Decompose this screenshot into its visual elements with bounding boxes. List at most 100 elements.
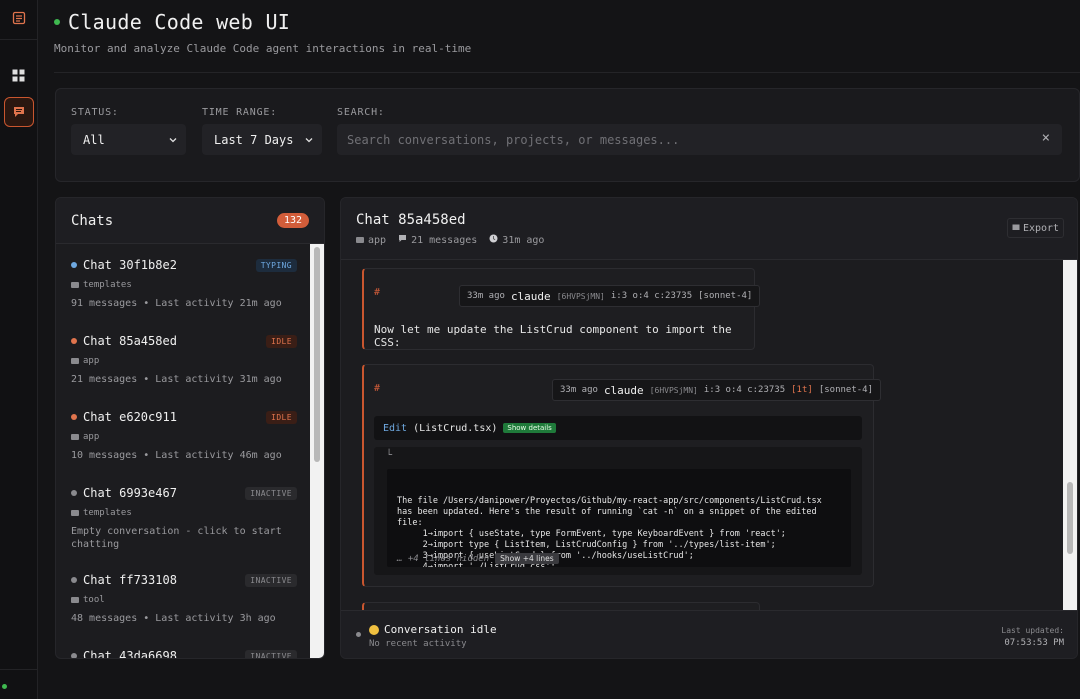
conversation-project: app: [368, 234, 387, 246]
document-icon[interactable]: [12, 10, 26, 29]
chat-project-name: tool: [83, 595, 105, 605]
message-tokens: i:3 o:4 c:23735: [703, 385, 786, 395]
time-range-value: Last 7 Days: [214, 132, 294, 147]
chat-project: templates: [71, 508, 297, 518]
status-filter-label: STATUS:: [71, 107, 119, 118]
message-anchor[interactable]: #: [374, 287, 380, 298]
folder-icon: [71, 434, 79, 440]
status-title-row: Conversation idle: [369, 623, 497, 636]
chat-list-item[interactable]: Chat 30f1b8e2 TYPING templates 91 messages …: [56, 244, 312, 320]
chevron-down-icon: [304, 134, 314, 148]
conversation-meta: app 21 messages 31m ago: [356, 234, 544, 246]
chat-name-row: Chat 6993e467: [71, 486, 177, 500]
chat-list-item[interactable]: Chat e620c911 IDLE app 10 messages • Last a…: [56, 396, 312, 472]
message-time: 33m ago: [560, 385, 598, 395]
chat-meta: 10 messages • Last activity 46m ago: [71, 450, 282, 461]
message-id: [6HVPSjMN]: [556, 291, 605, 301]
chat-project-name: app: [83, 432, 100, 442]
chat-status-dot: [71, 338, 77, 344]
status-subtitle: No recent activity: [369, 639, 467, 649]
chat-meta: 48 messages • Last activity 3h ago: [71, 613, 276, 624]
chat-icon[interactable]: [3, 97, 34, 127]
hidden-lines-text: … +4 lines hidden: [397, 553, 490, 564]
result-corner: └: [386, 450, 393, 461]
chat-status-dot: [71, 414, 77, 420]
message-card: # 33m ago claude [6HVPSjMN] i:3 o:4 c:23…: [362, 268, 761, 350]
message-id: [6HVPSjMN]: [649, 385, 698, 395]
chat-name: Chat 43da6698: [83, 649, 177, 659]
folder-icon: [71, 358, 79, 364]
time-range-select[interactable]: Last 7 Days: [202, 124, 322, 155]
chevron-down-icon: [168, 134, 178, 148]
chat-project: app: [71, 356, 297, 366]
chat-name-row: Chat e620c911: [71, 410, 177, 424]
chat-list-scrollbar[interactable]: [310, 244, 324, 658]
scrollbar-thumb[interactable]: [314, 247, 320, 462]
chat-name-row: Chat ff733108: [71, 573, 177, 587]
status-badge: INACTIVE: [245, 649, 297, 658]
status-badge: TYPING: [255, 258, 297, 272]
chat-list-item[interactable]: Chat 6993e467 INACTIVE templates Empty conv…: [56, 472, 312, 559]
message-author: claude: [603, 383, 644, 397]
conversation-header: Chat 85a458ed app 21 messages 31m ago Ex…: [341, 198, 1077, 260]
chat-status-dot: [71, 490, 77, 496]
chat-name: Chat 6993e467: [83, 486, 177, 500]
connection-indicator: [2, 684, 7, 689]
chats-title: Chats: [71, 212, 114, 229]
chat-list-item[interactable]: Chat 85a458ed IDLE app 21 messages • Last a…: [56, 320, 312, 396]
conversation-scrollbar[interactable]: [1063, 260, 1077, 610]
message-card: [362, 602, 760, 610]
status-select[interactable]: All: [71, 124, 186, 155]
page-header: Claude Code web UI Monitor and analyze C…: [54, 10, 471, 55]
folder-icon: [356, 237, 364, 243]
grid-icon[interactable]: [4, 60, 34, 90]
export-button[interactable]: Export: [1007, 218, 1064, 238]
close-icon[interactable]: ×: [1042, 130, 1050, 146]
message-card: # 33m ago claude [6HVPSjMN] i:3 o:4 c:23…: [362, 364, 882, 587]
folder-icon: [71, 510, 79, 516]
conversation-status-bar: Conversation idle No recent activity Las…: [341, 610, 1077, 658]
tool-name: Edit: [383, 422, 408, 434]
export-label: Export: [1022, 222, 1060, 234]
message-tokens: i:3 o:4 c:23735: [610, 291, 693, 301]
conversation-panel: Chat 85a458ed app 21 messages 31m ago Ex…: [340, 197, 1078, 659]
chat-name: Chat 85a458ed: [83, 334, 177, 348]
time-range-label: TIME RANGE:: [202, 107, 278, 118]
chat-name-row: Chat 30f1b8e2: [71, 258, 177, 272]
message-anchor[interactable]: #: [374, 383, 380, 394]
idle-emoji-icon: [369, 624, 379, 635]
conversation-title: Chat 85a458ed: [356, 212, 466, 228]
tool-call: Edit (ListCrud.tsx) Show details: [374, 416, 862, 440]
show-more-lines-button[interactable]: Show +4 lines: [495, 553, 559, 564]
chat-list-item[interactable]: Chat 43da6698 INACTIVE: [56, 635, 312, 659]
message-author: claude: [510, 289, 551, 303]
status-badge: IDLE: [266, 334, 297, 348]
chat-list-item[interactable]: Chat ff733108 INACTIVE tool 48 messages • L…: [56, 559, 312, 635]
rail-header: [0, 0, 37, 40]
chats-panel: Chats 132 Chat 30f1b8e2 TYPING templates 91…: [55, 197, 325, 659]
message-meta: 33m ago claude [6HVPSjMN] i:3 o:4 c:2373…: [459, 285, 761, 307]
chat-list: Chat 30f1b8e2 TYPING templates 91 messages …: [56, 244, 312, 659]
hidden-lines-row: … +4 lines hidden Show +4 lines: [397, 553, 559, 564]
status-badge: INACTIVE: [245, 486, 297, 500]
status-dot: [356, 632, 361, 637]
message-time: 33m ago: [467, 291, 505, 301]
search-input[interactable]: Search conversations, projects, or messa…: [337, 124, 1062, 155]
message-icon: [398, 234, 407, 246]
chat-name-row: Chat 85a458ed: [71, 334, 177, 348]
chat-name: Chat 30f1b8e2: [83, 258, 177, 272]
message-model: [sonnet-4]: [698, 291, 753, 301]
show-details-button[interactable]: Show details: [503, 423, 556, 433]
status-title: Conversation idle: [384, 623, 497, 636]
scrollbar-thumb[interactable]: [1067, 482, 1073, 554]
chat-status-dot: [71, 653, 77, 658]
export-icon: [1012, 223, 1020, 234]
search-label: SEARCH:: [337, 107, 385, 118]
message-text: Now let me update the ListCrud component…: [374, 323, 732, 349]
page-subtitle: Monitor and analyze Claude Code agent in…: [54, 42, 472, 55]
tool-argument: (ListCrud.tsx): [413, 422, 498, 434]
chats-header: Chats 132: [56, 198, 324, 244]
status-select-value: All: [83, 132, 105, 147]
chat-name: Chat e620c911: [83, 410, 177, 424]
filters-panel: STATUS: All TIME RANGE: Last 7 Days SEAR…: [55, 88, 1080, 182]
